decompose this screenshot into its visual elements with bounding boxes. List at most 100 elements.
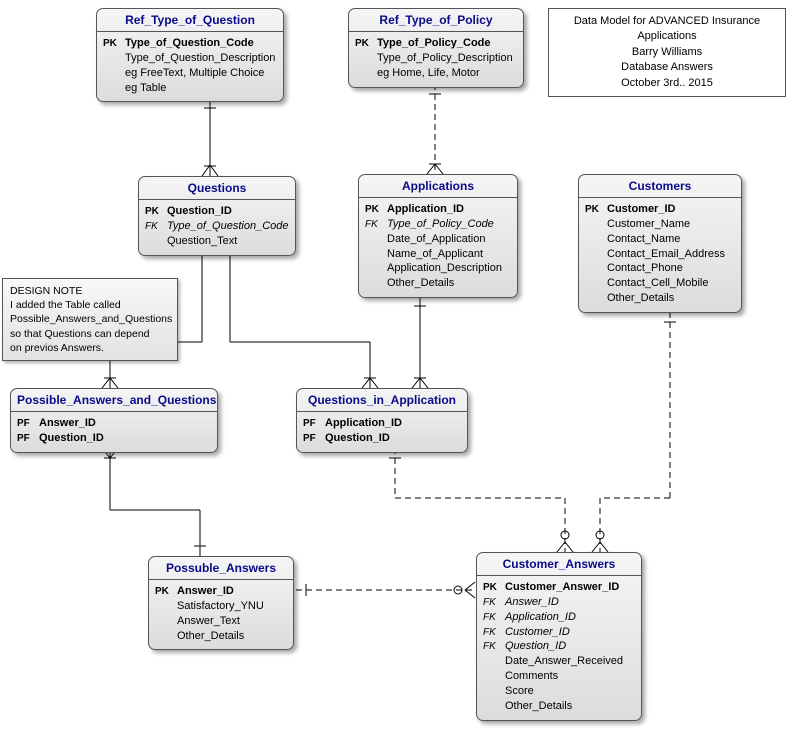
attribute-row: FKCustomer_ID: [483, 625, 635, 640]
attribute-row: Application_Description: [365, 261, 511, 276]
attribute-name: Customer_ID: [607, 202, 735, 217]
attribute-key: FK: [365, 218, 387, 232]
attribute-row: PKCustomer_ID: [585, 202, 735, 217]
entity-customers: Customers PKCustomer_IDCustomer_NameCont…: [578, 174, 742, 313]
attribute-name: Type_of_Question_Code: [167, 219, 289, 234]
attribute-name: Other_Details: [387, 276, 511, 291]
attribute-key: PK: [103, 37, 125, 51]
attribute-row: Customer_Name: [585, 217, 735, 232]
attribute-name: Question_ID: [505, 639, 635, 654]
attribute-row: FKType_of_Policy_Code: [365, 217, 511, 232]
attribute-row: Contact_Email_Address: [585, 247, 735, 262]
attribute-name: Application_Description: [387, 261, 511, 276]
attribute-name: Application_ID: [505, 610, 635, 625]
entity-title: Questions_in_Application: [297, 389, 467, 412]
attribute-key: PK: [355, 37, 377, 51]
erd-connectors: [0, 0, 796, 745]
entity-applications: Applications PKApplication_IDFKType_of_P…: [358, 174, 518, 298]
header-line4: October 3rd.. 2015: [557, 76, 777, 91]
attribute-row: PKApplication_ID: [365, 202, 511, 217]
attribute-row: PKQuestion_ID: [145, 204, 289, 219]
attribute-name: Type_of_Question_Code: [125, 36, 277, 51]
attribute-row: FKQuestion_ID: [483, 639, 635, 654]
note-line3: Possible_Answers_and_Questions: [10, 312, 170, 326]
attribute-key: PK: [483, 581, 505, 595]
attribute-row: Score: [483, 684, 635, 699]
attribute-row: Other_Details: [483, 699, 635, 714]
attribute-row: eg FreeText, Multiple Choice: [103, 66, 277, 81]
attribute-name: Other_Details: [607, 291, 735, 306]
attribute-name: eg Table: [125, 81, 277, 96]
attribute-key: FK: [483, 596, 505, 610]
attribute-row: Name_of_Applicant: [365, 247, 511, 262]
attribute-row: Type_of_Question_Description: [103, 51, 277, 66]
attribute-row: FKApplication_ID: [483, 610, 635, 625]
attribute-row: Other_Details: [365, 276, 511, 291]
attribute-row: Contact_Phone: [585, 261, 735, 276]
attribute-key: FK: [483, 640, 505, 654]
attribute-key: FK: [145, 220, 167, 234]
attribute-name: Answer_ID: [39, 416, 211, 431]
attribute-name: Customer_ID: [505, 625, 635, 640]
entity-questions-in-application: Questions_in_Application PFApplication_I…: [296, 388, 468, 453]
attribute-name: Question_ID: [167, 204, 289, 219]
attribute-name: eg FreeText, Multiple Choice: [125, 66, 277, 81]
attribute-name: Score: [505, 684, 635, 699]
entity-possible-answers-and-questions: Possible_Answers_and_Questions PFAnswer_…: [10, 388, 218, 453]
attribute-name: Type_of_Policy_Code: [387, 217, 511, 232]
attribute-name: Answer_ID: [505, 595, 635, 610]
attribute-row: Comments: [483, 669, 635, 684]
attribute-name: Question_ID: [325, 431, 461, 446]
attribute-key: PF: [303, 432, 325, 446]
attribute-row: PKType_of_Policy_Code: [355, 36, 517, 51]
attribute-row: PFQuestion_ID: [303, 431, 461, 446]
attribute-key: PK: [365, 203, 387, 217]
attribute-row: FKAnswer_ID: [483, 595, 635, 610]
attribute-row: Question_Text: [145, 234, 289, 249]
note-line5: on previos Answers.: [10, 341, 170, 355]
entity-questions: Questions PKQuestion_IDFKType_of_Questio…: [138, 176, 296, 256]
attribute-name: Type_of_Policy_Code: [377, 36, 517, 51]
attribute-row: Answer_Text: [155, 614, 287, 629]
design-note: DESIGN NOTE I added the Table called Pos…: [2, 278, 178, 361]
attribute-row: PFQuestion_ID: [17, 431, 211, 446]
note-line2: I added the Table called: [10, 298, 170, 312]
entity-title: Possible_Answers_and_Questions: [11, 389, 217, 412]
attribute-row: PFAnswer_ID: [17, 416, 211, 431]
attribute-row: Type_of_Policy_Description: [355, 51, 517, 66]
entity-ref-type-of-policy: Ref_Type_of_Policy PKType_of_Policy_Code…: [348, 8, 524, 88]
attribute-name: Name_of_Applicant: [387, 247, 511, 262]
attribute-row: Other_Details: [585, 291, 735, 306]
entity-title: Ref_Type_of_Question: [97, 9, 283, 32]
attribute-name: Date_of_Application: [387, 232, 511, 247]
attribute-row: Date_of_Application: [365, 232, 511, 247]
attribute-row: PKAnswer_ID: [155, 584, 287, 599]
attribute-name: Other_Details: [505, 699, 635, 714]
attribute-row: PFApplication_ID: [303, 416, 461, 431]
attribute-key: PK: [145, 205, 167, 219]
attribute-key: FK: [483, 626, 505, 640]
entity-title: Possuble_Answers: [149, 557, 293, 580]
note-line1: DESIGN NOTE: [10, 284, 170, 298]
entity-title: Customers: [579, 175, 741, 198]
attribute-key: PF: [303, 417, 325, 431]
attribute-name: Contact_Name: [607, 232, 735, 247]
attribute-name: Customer_Name: [607, 217, 735, 232]
attribute-name: Answer_ID: [177, 584, 287, 599]
attribute-name: Answer_Text: [177, 614, 287, 629]
attribute-name: eg Home, Life, Motor: [377, 66, 517, 81]
attribute-name: Contact_Phone: [607, 261, 735, 276]
entity-title: Customer_Answers: [477, 553, 641, 576]
attribute-row: Contact_Cell_Mobile: [585, 276, 735, 291]
attribute-row: eg Home, Life, Motor: [355, 66, 517, 81]
attribute-name: Type_of_Question_Description: [125, 51, 277, 66]
entity-possuble-answers: Possuble_Answers PKAnswer_IDSatisfactory…: [148, 556, 294, 650]
entity-title: Questions: [139, 177, 295, 200]
attribute-key: PF: [17, 432, 39, 446]
attribute-name: Application_ID: [325, 416, 461, 431]
header-line2: Barry Williams: [557, 45, 777, 60]
attribute-name: Contact_Email_Address: [607, 247, 735, 262]
attribute-key: FK: [483, 611, 505, 625]
attribute-name: Comments: [505, 669, 635, 684]
attribute-row: Contact_Name: [585, 232, 735, 247]
